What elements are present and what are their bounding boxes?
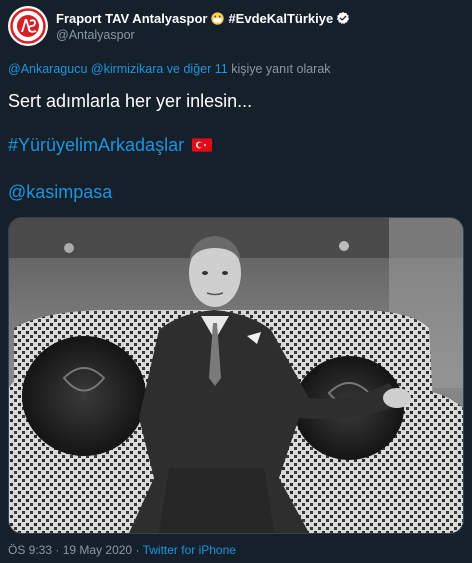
tweet-text: Sert adımlarla her yer inlesin...: [8, 91, 253, 111]
antalyaspor-logo-icon: [9, 7, 47, 45]
tweet-meta: ÖS 9:33 · 19 May 2020 · Twitter for iPho…: [8, 543, 236, 557]
avatar[interactable]: [8, 6, 48, 46]
photo-image: [9, 218, 463, 533]
reply-mention-kirmizikara[interactable]: @kirmizikara: [91, 62, 163, 76]
mention-link[interactable]: @kasimpasa: [8, 181, 112, 203]
account-names: Fraport TAV Antalyaspor #EvdeKalTürkiye …: [56, 10, 350, 43]
reply-context: @Ankaragucu @kirmizikara ve diğer 11 kiş…: [8, 62, 331, 76]
reply-suffix: kişiye yanıt olarak: [231, 62, 331, 76]
hashtag-link[interactable]: #YürüyelimArkadaşlar: [8, 134, 184, 156]
tweet-hashtag-line: #YürüyelimArkadaşlar: [8, 134, 213, 156]
meta-separator: ·: [55, 543, 60, 557]
display-name[interactable]: Fraport TAV Antalyaspor #EvdeKalTürkiye: [56, 10, 350, 27]
display-name-text: Fraport TAV Antalyaspor: [56, 10, 208, 26]
turkey-flag-icon: [192, 138, 213, 152]
tweet-header: Fraport TAV Antalyaspor #EvdeKalTürkiye …: [8, 6, 350, 46]
tweet-date[interactable]: 19 May 2020: [63, 543, 132, 557]
display-name-hashtag: #EvdeKalTürkiye: [228, 10, 334, 26]
tweet-source-link[interactable]: Twitter for iPhone: [143, 543, 236, 557]
account-handle[interactable]: @Antalyaspor: [56, 27, 350, 43]
tweet-time[interactable]: ÖS 9:33: [8, 543, 52, 557]
reply-mention-ankaragucu[interactable]: @Ankaragucu: [8, 62, 87, 76]
verified-badge-icon: [337, 11, 350, 25]
tweet-photo[interactable]: [8, 217, 464, 534]
tweet: Fraport TAV Antalyaspor #EvdeKalTürkiye …: [0, 0, 472, 563]
reply-others-link[interactable]: ve diğer 11: [167, 62, 228, 76]
face-with-mask-emoji-icon: [211, 11, 225, 25]
meta-separator: ·: [135, 543, 140, 557]
